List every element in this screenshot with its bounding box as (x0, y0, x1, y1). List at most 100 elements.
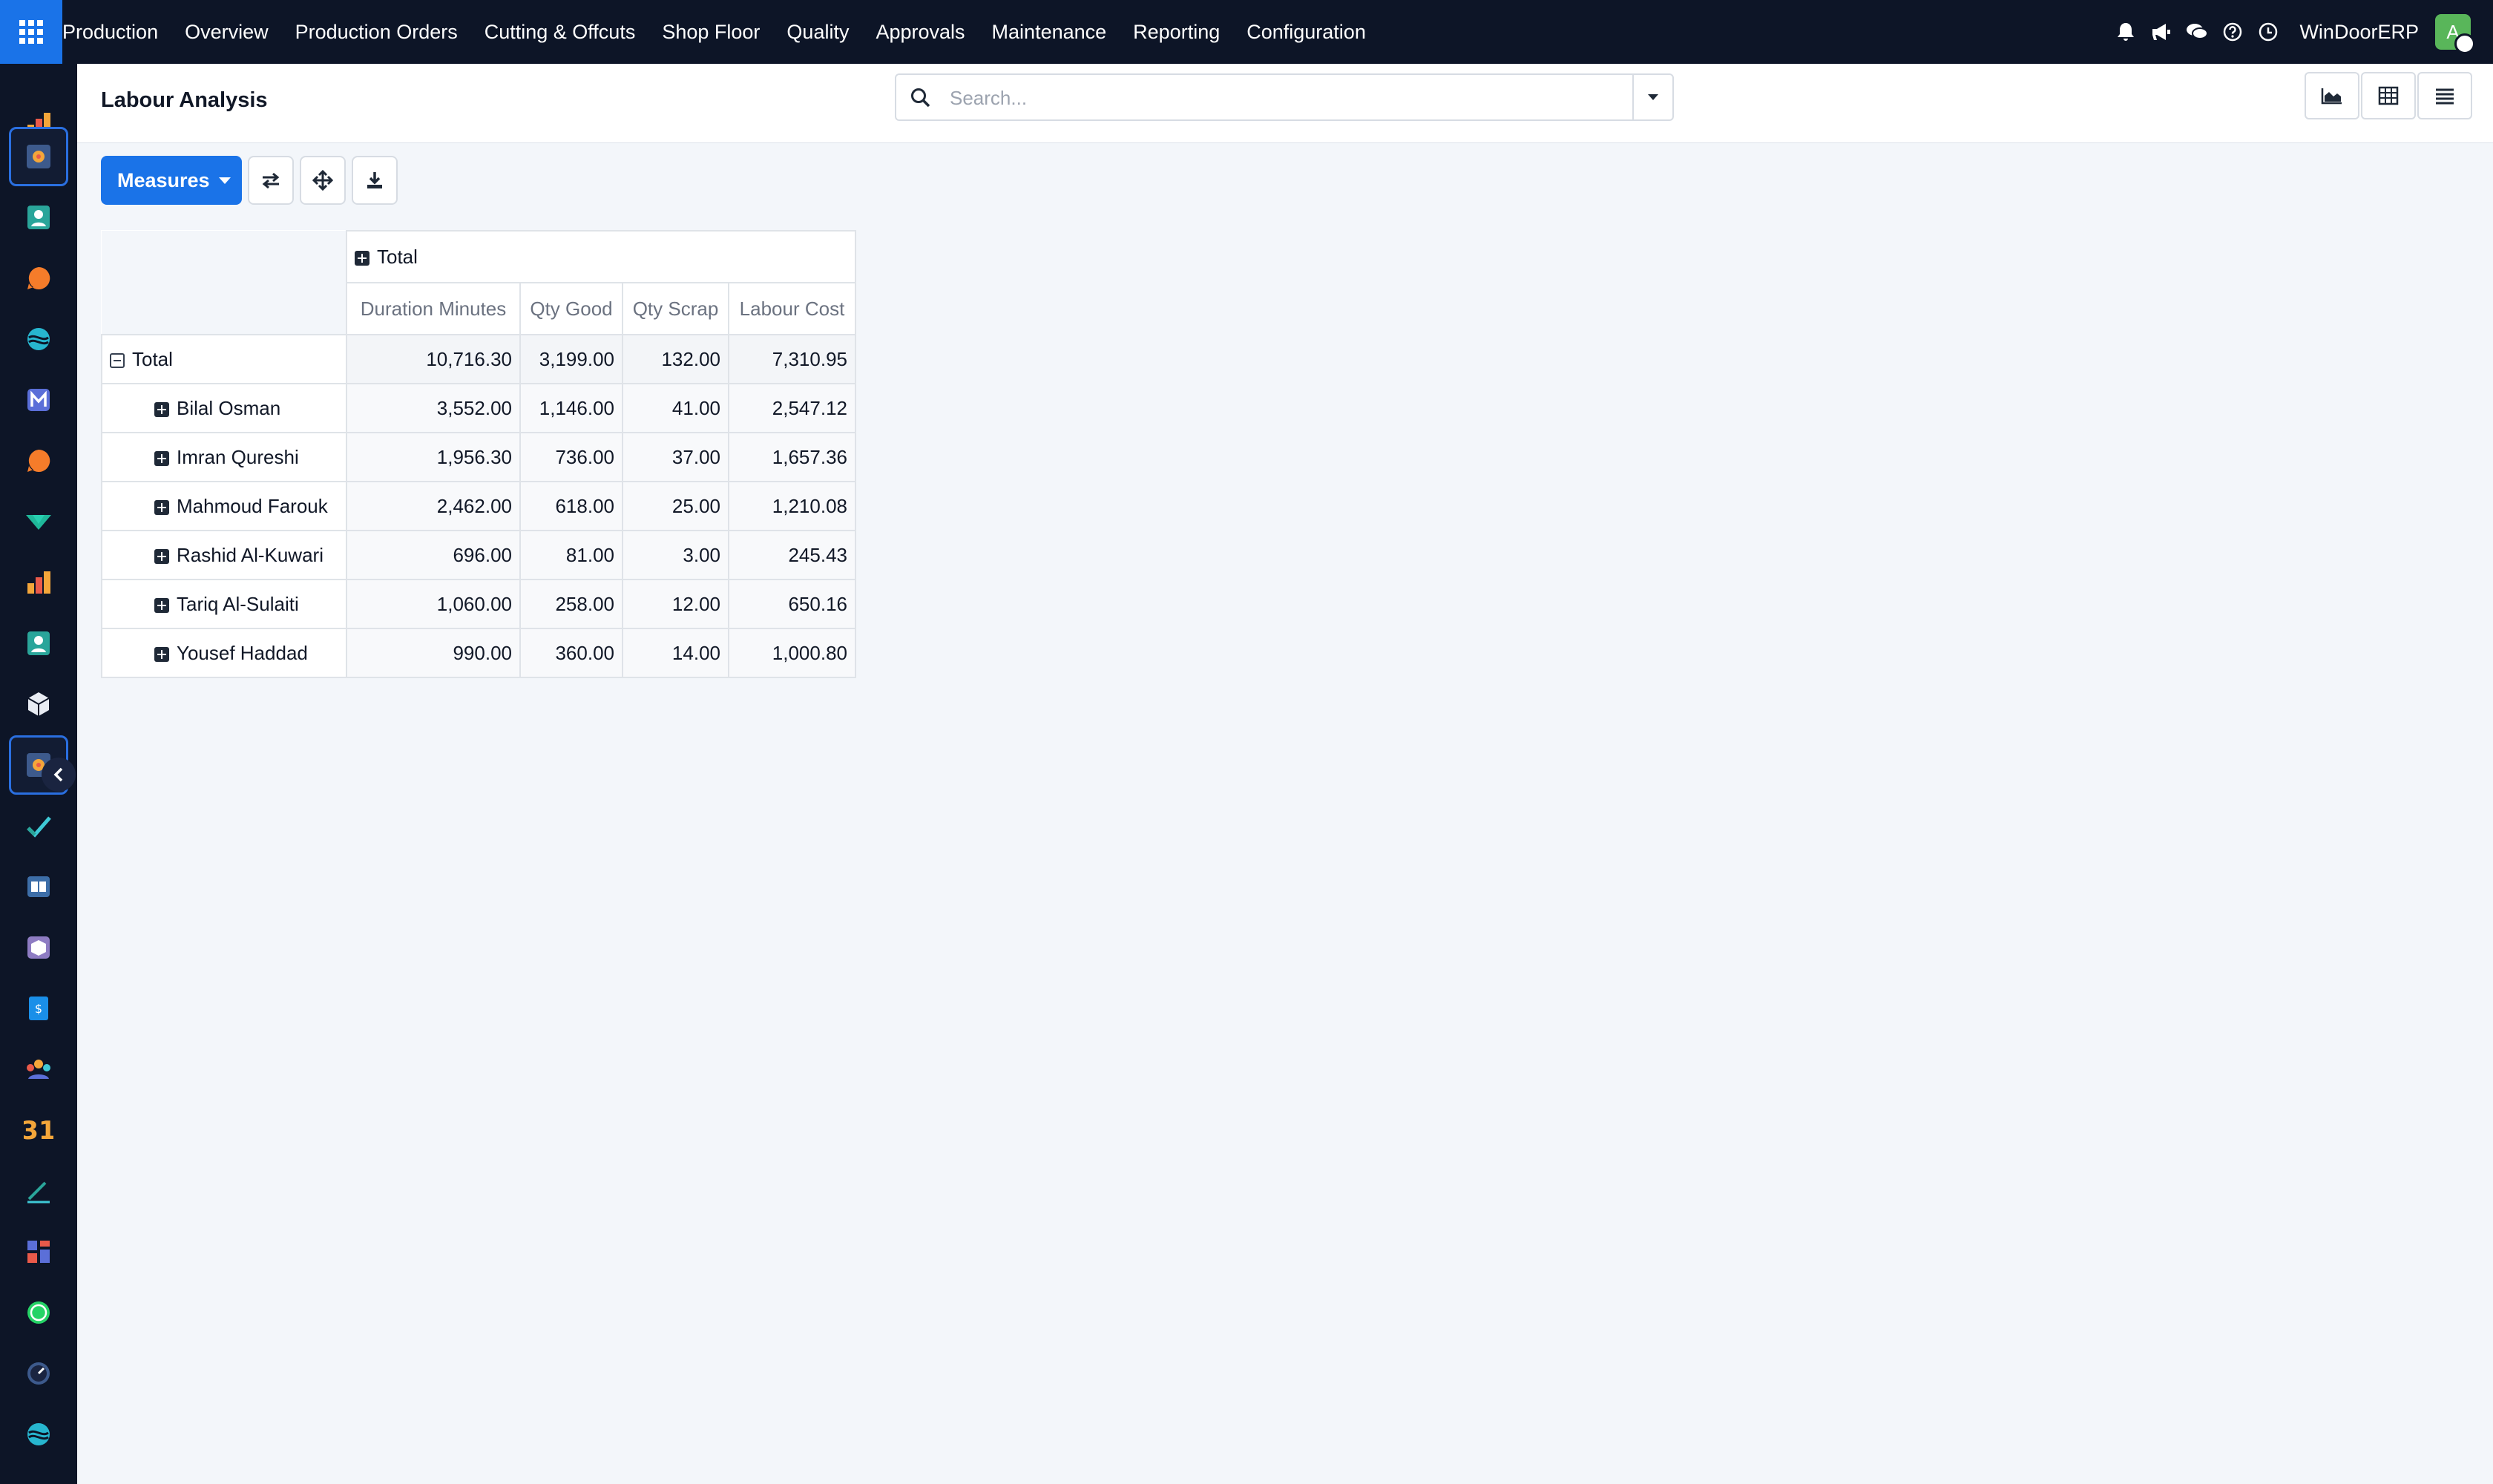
cell-value[interactable]: 2,547.12 (728, 383, 856, 433)
row-header[interactable]: Imran Qureshi (101, 432, 347, 482)
download-button[interactable] (352, 156, 398, 205)
expand-all-button[interactable] (300, 156, 346, 205)
cell-value[interactable]: 696.00 (346, 530, 521, 580)
list-icon (2436, 88, 2454, 105)
measure-header-labour-cost[interactable]: Labour Cost (728, 282, 856, 335)
clock-icon[interactable] (2250, 0, 2286, 64)
cell-value[interactable]: 3,552.00 (346, 383, 521, 433)
search-options-toggle[interactable] (1632, 75, 1672, 119)
menu-maintenance[interactable]: Maintenance (979, 0, 1120, 64)
help-icon[interactable] (2215, 0, 2250, 64)
chat-icon[interactable] (2179, 0, 2215, 64)
measures-button[interactable]: Measures (101, 156, 242, 205)
company-name[interactable]: WinDoorERP (2299, 21, 2419, 44)
cell-value[interactable]: 3.00 (622, 530, 729, 580)
menu-production-orders[interactable]: Production Orders (282, 0, 471, 64)
row-header[interactable]: Yousef Haddad (101, 628, 347, 678)
cell-value[interactable]: 360.00 (519, 628, 623, 678)
sidebar-app-discuss[interactable] (9, 249, 68, 308)
sidebar-app-manufacturing[interactable] (9, 127, 68, 186)
measure-header-qty-good[interactable]: Qty Good (519, 282, 623, 335)
table-icon (2378, 86, 2399, 105)
sidebar-app-sync-2[interactable] (9, 1405, 68, 1464)
menu-quality[interactable]: Quality (773, 0, 862, 64)
sidebar-app-timer[interactable] (9, 1344, 68, 1403)
sidebar-app-marketing[interactable] (9, 492, 68, 551)
pivot-view-button[interactable] (2361, 72, 2416, 119)
cell-value[interactable]: 7,310.95 (728, 334, 856, 384)
cell-value[interactable]: 1,146.00 (519, 383, 623, 433)
app-menu-button[interactable] (0, 0, 62, 64)
column-header-total[interactable]: Total (346, 230, 856, 283)
menu-approvals[interactable]: Approvals (862, 0, 978, 64)
marketing-icon (26, 515, 51, 530)
cell-value[interactable]: 990.00 (346, 628, 521, 678)
sidebar-app-employees[interactable] (9, 614, 68, 673)
expand-plus-icon (154, 499, 169, 515)
cell-value[interactable]: 25.00 (622, 481, 729, 531)
svg-text:31: 31 (24, 1116, 53, 1144)
cell-value[interactable]: 736.00 (519, 432, 623, 482)
row-header[interactable]: Bilal Osman (101, 383, 347, 433)
row-header[interactable]: Tariq Al-Sulaiti (101, 579, 347, 629)
measure-header-qty-scrap[interactable]: Qty Scrap (622, 282, 729, 335)
cell-value[interactable]: 258.00 (519, 579, 623, 629)
menu-configuration[interactable]: Configuration (1233, 0, 1379, 64)
cell-value[interactable]: 41.00 (622, 383, 729, 433)
sidebar-app-inventory[interactable] (9, 674, 68, 734)
graph-view-button[interactable] (2305, 72, 2359, 119)
sidebar-collapse-button[interactable] (42, 758, 76, 792)
sidebar-app-mail[interactable] (9, 370, 68, 430)
sidebar-app-team[interactable] (9, 1040, 68, 1099)
menu-app-name[interactable]: Production (62, 0, 171, 64)
cell-value[interactable]: 10,716.30 (346, 334, 521, 384)
menu-reporting[interactable]: Reporting (1120, 0, 1233, 64)
expand-plus-icon (154, 450, 169, 466)
box-icon (27, 936, 50, 959)
cell-value[interactable]: 1,000.80 (728, 628, 856, 678)
cell-value[interactable]: 1,657.36 (728, 432, 856, 482)
avatar[interactable]: A (2435, 14, 2475, 54)
sidebar-app-tasks[interactable] (9, 796, 68, 856)
menu-overview[interactable]: Overview (171, 0, 282, 64)
cell-value[interactable]: 1,060.00 (346, 579, 521, 629)
reports-icon (27, 571, 50, 594)
sidebar-app-sign[interactable] (9, 1161, 68, 1221)
sidebar-app-calendar[interactable]: 31 (9, 1100, 68, 1160)
sidebar-app-livechat[interactable] (9, 431, 68, 490)
sidebar-app-sync[interactable] (9, 309, 68, 369)
measure-header-duration[interactable]: Duration Minutes (346, 282, 521, 335)
sidebar-app-dashboards[interactable] (9, 1222, 68, 1281)
cell-value[interactable]: 3,199.00 (519, 334, 623, 384)
cell-value[interactable]: 245.43 (728, 530, 856, 580)
search-input[interactable] (948, 84, 1589, 112)
cell-value[interactable]: 132.00 (622, 334, 729, 384)
search-icon[interactable] (910, 87, 932, 113)
sidebar-app-knowledge[interactable] (9, 857, 68, 916)
table-row: Tariq Al-Sulaiti 1,060.00 258.00 12.00 6… (101, 579, 856, 629)
sidebar-app-products[interactable] (9, 918, 68, 977)
cell-value[interactable]: 2,462.00 (346, 481, 521, 531)
sidebar-app-whatsapp[interactable] (9, 1283, 68, 1342)
sidebar-app-invoicing[interactable]: $ (9, 979, 68, 1038)
cell-value[interactable]: 650.16 (728, 579, 856, 629)
row-header[interactable]: Rashid Al-Kuwari (101, 530, 347, 580)
list-view-button[interactable] (2417, 72, 2472, 119)
cell-value[interactable]: 37.00 (622, 432, 729, 482)
megaphone-icon[interactable] (2144, 0, 2179, 64)
cell-value[interactable]: 1,956.30 (346, 432, 521, 482)
row-header[interactable]: Mahmoud Farouk (101, 481, 347, 531)
row-header-total[interactable]: Total (101, 334, 347, 384)
menu-shop-floor[interactable]: Shop Floor (648, 0, 773, 64)
sidebar-app-reports[interactable] (9, 553, 68, 612)
cell-value[interactable]: 14.00 (622, 628, 729, 678)
cell-value[interactable]: 81.00 (519, 530, 623, 580)
cell-value[interactable]: 12.00 (622, 579, 729, 629)
cell-value[interactable]: 1,210.08 (728, 481, 856, 531)
pen-icon (27, 1181, 50, 1204)
cell-value[interactable]: 618.00 (519, 481, 623, 531)
sidebar-app-contacts[interactable] (9, 188, 68, 247)
bell-icon[interactable] (2108, 0, 2144, 64)
flip-axis-button[interactable] (248, 156, 294, 205)
menu-cutting-offcuts[interactable]: Cutting & Offcuts (471, 0, 649, 64)
